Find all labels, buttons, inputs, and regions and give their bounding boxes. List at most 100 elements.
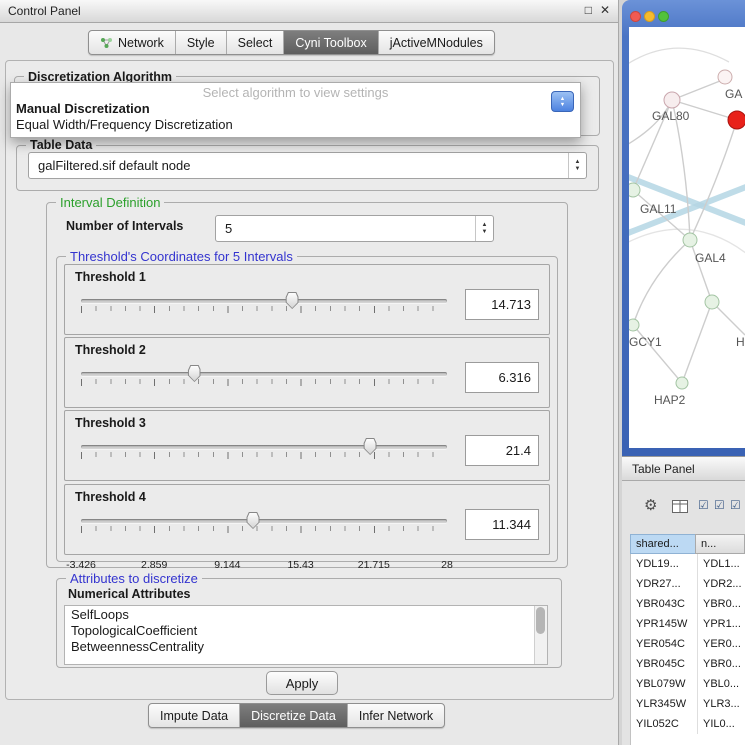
tab-infer-network[interactable]: Infer Network bbox=[347, 704, 444, 727]
table-cell[interactable]: YBR043C bbox=[631, 594, 698, 614]
table-cell[interactable]: YER0... bbox=[698, 634, 745, 654]
network-canvas[interactable]: GAL80 GA GAL11 GAL4 GCY1 H HAP2 bbox=[629, 27, 745, 448]
tab-style[interactable]: Style bbox=[175, 31, 226, 54]
table-cell[interactable]: YBL0... bbox=[698, 674, 745, 694]
table-cell[interactable]: YDR27... bbox=[631, 574, 698, 594]
table-cell[interactable]: YBR045C bbox=[631, 654, 698, 674]
attribute-list-item[interactable]: TopologicalCoefficient bbox=[65, 622, 547, 638]
tab-select[interactable]: Select bbox=[226, 31, 284, 54]
apply-button[interactable]: Apply bbox=[266, 671, 338, 695]
threshold-1-value[interactable]: 14.713 bbox=[465, 289, 539, 320]
algorithm-option-equal-width[interactable]: Equal Width/Frequency Discretization bbox=[16, 117, 233, 132]
algorithm-dropdown-popup: Select algorithm to view settings Manual… bbox=[10, 82, 581, 138]
table-panel-titlebar[interactable]: Table Panel bbox=[622, 456, 745, 481]
node-label-gcy1: GCY1 bbox=[629, 335, 662, 349]
slider-track[interactable] bbox=[81, 299, 447, 303]
node-gal4[interactable] bbox=[683, 233, 697, 247]
table-row[interactable]: YBR045CYBR0... bbox=[631, 654, 745, 674]
table-cell[interactable]: YPR1... bbox=[698, 614, 745, 634]
table-cell[interactable]: YDL19... bbox=[631, 554, 698, 574]
table-cell[interactable]: YER054C bbox=[631, 634, 698, 654]
extra-checkbox-icon[interactable]: ☑ bbox=[730, 498, 741, 512]
table-row[interactable]: YDR27...YDR2... bbox=[631, 574, 745, 594]
table-row[interactable]: YBR043CYBR0... bbox=[631, 594, 745, 614]
node-selected-red[interactable] bbox=[728, 111, 745, 129]
table-row[interactable]: YPR145WYPR1... bbox=[631, 614, 745, 634]
threshold-2-slider[interactable]: -3.426 2.859 9.144 15.43 21.715 28 bbox=[81, 362, 447, 406]
slider-thumb[interactable] bbox=[364, 438, 377, 455]
slider-thumb[interactable] bbox=[286, 292, 299, 309]
threshold-4-slider[interactable]: -3.426 2.859 9.144 15.43 21.715 28 bbox=[81, 509, 447, 553]
minimize-icon[interactable]: □ bbox=[585, 3, 592, 17]
slider-thumb[interactable] bbox=[247, 512, 260, 529]
table-cell[interactable]: YIL052C bbox=[631, 714, 698, 734]
deselect-all-icon[interactable]: ☑ bbox=[714, 498, 725, 512]
numeric-attribute-list[interactable]: SelfLoopsTopologicalCoefficientBetweenne… bbox=[64, 605, 548, 665]
table-cell[interactable]: YBR0... bbox=[698, 654, 745, 674]
table-row[interactable]: YDL19...YDL1... bbox=[631, 554, 745, 574]
zoom-button[interactable] bbox=[658, 11, 669, 22]
algorithm-placeholder: Select algorithm to view settings bbox=[11, 85, 580, 100]
slider-ticks bbox=[81, 526, 447, 533]
node-gal80[interactable] bbox=[664, 92, 680, 108]
tick-label: 9.144 bbox=[214, 559, 240, 571]
network-icon bbox=[100, 37, 113, 49]
tab-jactivemnodules[interactable]: jActiveMNodules bbox=[378, 31, 494, 54]
tab-style-label: Style bbox=[187, 36, 215, 50]
table-cell[interactable]: YBR0... bbox=[698, 594, 745, 614]
table-row[interactable]: YER054CYER0... bbox=[631, 634, 745, 654]
close-icon[interactable]: ✕ bbox=[600, 3, 610, 17]
table-cell[interactable]: YPR145W bbox=[631, 614, 698, 634]
table-data-combo[interactable]: galFiltered.sif default node ▲ ▼ bbox=[28, 152, 587, 179]
table-cell[interactable]: YIL0... bbox=[698, 714, 745, 734]
scrollbar-thumb[interactable] bbox=[536, 607, 545, 634]
columns-icon[interactable] bbox=[672, 500, 688, 513]
number-of-intervals-stepper[interactable]: ▲ ▼ bbox=[475, 216, 493, 241]
tab-cyni-toolbox[interactable]: Cyni Toolbox bbox=[283, 31, 377, 54]
table-data-combo-stepper[interactable]: ▲ ▼ bbox=[568, 153, 586, 178]
minimize-button[interactable] bbox=[644, 11, 655, 22]
slider-track[interactable] bbox=[81, 445, 447, 449]
table-row[interactable]: YBL079WYBL0... bbox=[631, 674, 745, 694]
node-gcy1[interactable] bbox=[629, 319, 639, 331]
node-gal11[interactable] bbox=[629, 183, 640, 197]
threshold-2-value[interactable]: 6.316 bbox=[465, 362, 539, 393]
attribute-list-scrollbar[interactable] bbox=[534, 606, 547, 664]
node-hap2[interactable] bbox=[676, 377, 688, 389]
algorithm-option-manual[interactable]: Manual Discretization bbox=[16, 101, 150, 116]
table-row[interactable]: YIL052CYIL0... bbox=[631, 714, 745, 734]
slider-thumb[interactable] bbox=[188, 365, 201, 382]
table-cell[interactable]: YBL079W bbox=[631, 674, 698, 694]
slider-track[interactable] bbox=[81, 519, 447, 523]
threshold-1-slider[interactable]: -3.426 2.859 9.144 15.43 21.715 28 bbox=[81, 289, 447, 333]
tab-impute-data[interactable]: Impute Data bbox=[149, 704, 239, 727]
tick-label: -3.426 bbox=[66, 559, 96, 571]
table-cell[interactable]: YDR2... bbox=[698, 574, 745, 594]
attribute-list-item[interactable]: SelfLoops bbox=[65, 606, 547, 622]
tab-network[interactable]: Network bbox=[89, 31, 175, 54]
close-button[interactable] bbox=[630, 11, 641, 22]
table-body[interactable]: YDL19...YDL1...YDR27...YDR2...YBR043CYBR… bbox=[630, 554, 745, 745]
gear-icon[interactable]: ⚙ bbox=[644, 496, 657, 514]
table-cell[interactable]: YLR345W bbox=[631, 694, 698, 714]
table-cell[interactable]: YLR3... bbox=[698, 694, 745, 714]
select-all-icon[interactable]: ☑ bbox=[698, 498, 709, 512]
algorithm-combo-button[interactable]: ▲ ▼ bbox=[551, 91, 574, 112]
column-header-name[interactable]: n... bbox=[695, 534, 745, 554]
tick-label: 28 bbox=[441, 559, 453, 571]
slider-ticks bbox=[81, 379, 447, 386]
node-mid[interactable] bbox=[705, 295, 719, 309]
column-header-shared-name[interactable]: shared... bbox=[630, 534, 696, 554]
number-of-intervals-combo[interactable]: 5 ▲ ▼ bbox=[215, 215, 494, 242]
threshold-3-slider[interactable]: -3.426 2.859 9.144 15.43 21.715 28 bbox=[81, 435, 447, 479]
slider-track[interactable] bbox=[81, 372, 447, 376]
table-cell[interactable]: YDL1... bbox=[698, 554, 745, 574]
table-row[interactable]: YLR345WYLR3... bbox=[631, 694, 745, 714]
control-panel-titlebar[interactable]: Control Panel □ ✕ bbox=[0, 0, 618, 23]
node-ga[interactable] bbox=[718, 70, 732, 84]
tab-discretize-data[interactable]: Discretize Data bbox=[239, 704, 347, 727]
attribute-list-item[interactable]: BetweennessCentrality bbox=[65, 638, 547, 654]
threshold-4-value[interactable]: 11.344 bbox=[465, 509, 539, 540]
threshold-3-value[interactable]: 21.4 bbox=[465, 435, 539, 466]
node-label-gal80: GAL80 bbox=[652, 109, 689, 123]
